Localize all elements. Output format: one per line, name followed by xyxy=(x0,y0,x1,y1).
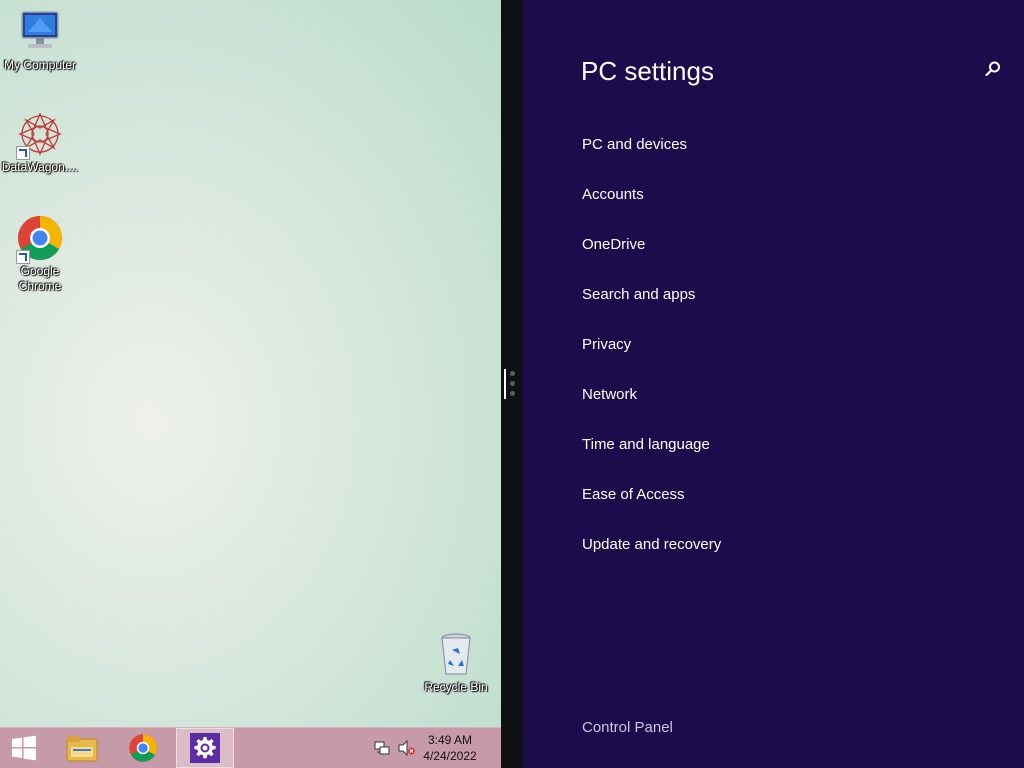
desktop: My Computer DataWagon.... Google Chrome … xyxy=(0,0,501,768)
desktop-icon-label: Recycle Bin xyxy=(424,680,488,694)
pc-settings-pane: PC settings PC and devices Accounts OneD… xyxy=(523,0,1024,768)
settings-tile xyxy=(190,733,220,763)
chrome-icon xyxy=(16,214,64,264)
snap-splitter[interactable] xyxy=(501,0,523,768)
splitter-grip-dot xyxy=(510,391,515,396)
taskbar: 3:49 AM 4/24/2022 xyxy=(0,727,501,768)
settings-item-pc-and-devices[interactable]: PC and devices xyxy=(582,136,687,153)
network-icon[interactable] xyxy=(374,740,390,761)
taskbar-clock[interactable]: 3:49 AM 4/24/2022 xyxy=(415,732,485,764)
chrome-icon xyxy=(129,734,157,762)
desktop-icon-google-chrome[interactable]: Google Chrome xyxy=(0,214,80,294)
desktop-icon-recycle-bin[interactable]: Recycle Bin xyxy=(416,630,496,695)
file-explorer-icon xyxy=(66,736,98,762)
search-icon xyxy=(985,61,1000,77)
control-panel-link[interactable]: Control Panel xyxy=(582,719,673,736)
settings-item-time-and-language[interactable]: Time and language xyxy=(582,436,710,453)
page-title: PC settings xyxy=(581,56,714,86)
settings-icon xyxy=(194,737,216,759)
desktop-icon-label: Google Chrome xyxy=(18,264,62,293)
desktop-icon-label: My Computer xyxy=(3,58,77,72)
splitter-grip-dot xyxy=(510,371,515,376)
shortcut-arrow-icon xyxy=(16,250,30,264)
datawagon-icon xyxy=(16,110,64,160)
settings-item-onedrive[interactable]: OneDrive xyxy=(582,236,645,253)
settings-item-privacy[interactable]: Privacy xyxy=(582,336,631,353)
clock-date: 4/24/2022 xyxy=(423,749,477,763)
shortcut-arrow-icon xyxy=(16,146,30,160)
settings-item-update-and-recovery[interactable]: Update and recovery xyxy=(582,536,721,553)
settings-item-network[interactable]: Network xyxy=(582,386,637,403)
desktop-icon-my-computer[interactable]: My Computer xyxy=(0,8,80,73)
clock-time: 3:49 AM xyxy=(427,733,473,747)
settings-item-accounts[interactable]: Accounts xyxy=(582,186,644,203)
desktop-icon-label: DataWagon.... xyxy=(1,160,79,174)
system-tray: 3:49 AM 4/24/2022 xyxy=(371,728,501,768)
settings-item-search-and-apps[interactable]: Search and apps xyxy=(582,286,695,303)
search-button[interactable] xyxy=(984,60,1004,80)
taskbar-file-explorer[interactable] xyxy=(54,728,110,768)
computer-icon xyxy=(16,8,64,56)
start-button[interactable] xyxy=(0,728,48,768)
taskbar-chrome[interactable] xyxy=(115,728,171,768)
taskbar-pc-settings[interactable] xyxy=(176,728,234,768)
splitter-grip-dot xyxy=(510,381,515,386)
settings-item-ease-of-access[interactable]: Ease of Access xyxy=(582,486,685,503)
splitter-handle-bar xyxy=(504,369,506,399)
start-icon xyxy=(12,735,36,761)
desktop-icon-datawagon[interactable]: DataWagon.... xyxy=(0,110,80,175)
recycle-bin-icon xyxy=(432,630,480,678)
volume-muted-icon[interactable] xyxy=(398,739,416,761)
